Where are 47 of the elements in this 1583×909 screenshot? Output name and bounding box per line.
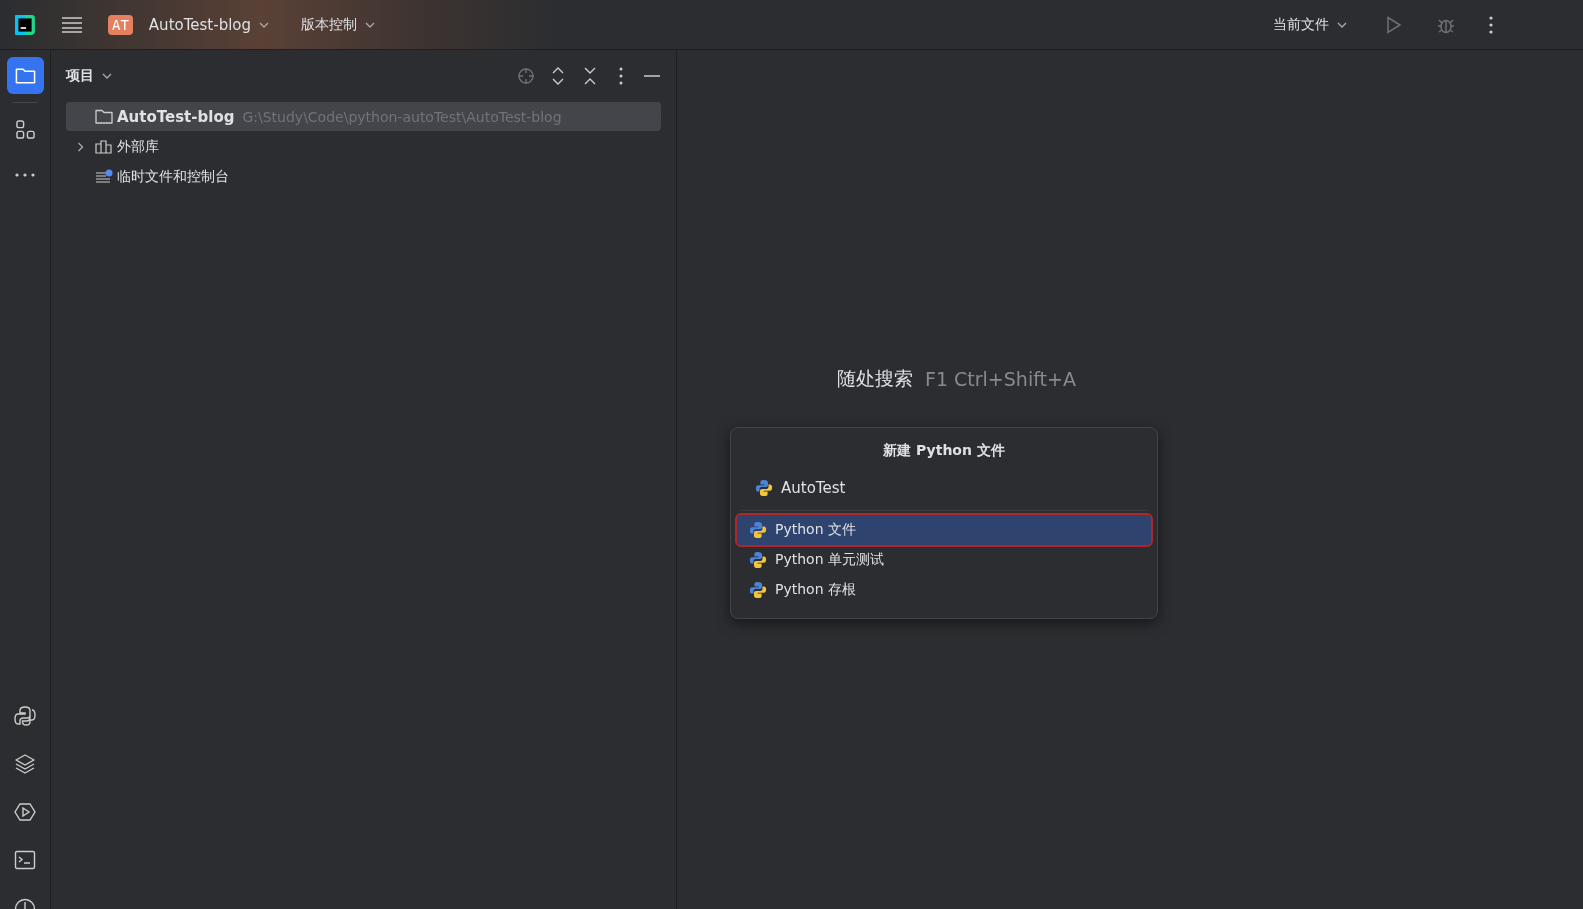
tree-label: 临时文件和控制台 [117,167,229,186]
chevron-down-icon [365,21,376,28]
chevron-down-icon [259,21,270,28]
project-view-dropdown[interactable]: 项目 [66,67,112,85]
tree-row[interactable]: 临时文件和控制台 [66,162,661,191]
folder-icon [95,109,113,124]
run-icon[interactable] [1385,15,1403,34]
hint-shortcut: F1 Ctrl+Shift+A [925,368,1076,390]
terminal-icon[interactable] [14,849,36,871]
options-icon[interactable] [619,67,623,85]
tree-label: AutoTest-blog [117,107,235,126]
python-icon [749,521,767,539]
layers-icon[interactable] [14,753,36,775]
vcs-dropdown[interactable]: 版本控制 [295,11,382,38]
option-label: Python 单元测试 [775,551,884,569]
python-console-icon[interactable] [14,705,36,727]
folder-icon [14,66,36,85]
tree-row[interactable]: 外部库 [66,132,661,161]
problems-icon[interactable] [14,897,36,909]
app-logo-icon[interactable] [14,13,36,36]
scratch-file-icon [95,169,113,184]
tree-label: 外部库 [117,137,159,156]
python-icon [755,479,773,497]
menu-icon[interactable] [62,16,82,33]
python-icon [749,551,767,569]
project-tool-button[interactable] [6,57,44,94]
file-type-option[interactable]: Python 文件 [737,515,1151,545]
more-icon [15,172,35,177]
popup-title: 新建 Python 文件 [882,441,1006,460]
chevron-right-icon[interactable] [76,141,84,152]
option-label: Python 存根 [775,581,856,599]
chevron-down-icon [102,73,112,79]
file-type-option[interactable]: Python 存根 [737,575,1151,605]
file-name-field[interactable]: AutoTest [781,476,1081,500]
option-label: Python 文件 [775,521,856,539]
python-icon [749,581,767,599]
locate-icon[interactable] [517,67,535,85]
library-icon [95,139,113,154]
file-type-option[interactable]: Python 单元测试 [737,545,1151,575]
more-icon[interactable] [1489,15,1493,34]
services-icon[interactable] [14,801,36,823]
hint-label: 随处搜索 [837,366,913,391]
run-config-dropdown[interactable]: 当前文件 [1267,11,1353,38]
chevron-down-icon [1337,21,1347,28]
structure-icon [14,120,36,139]
project-badge: AT [108,14,133,35]
project-dropdown[interactable]: AutoTest-blog [142,11,276,38]
